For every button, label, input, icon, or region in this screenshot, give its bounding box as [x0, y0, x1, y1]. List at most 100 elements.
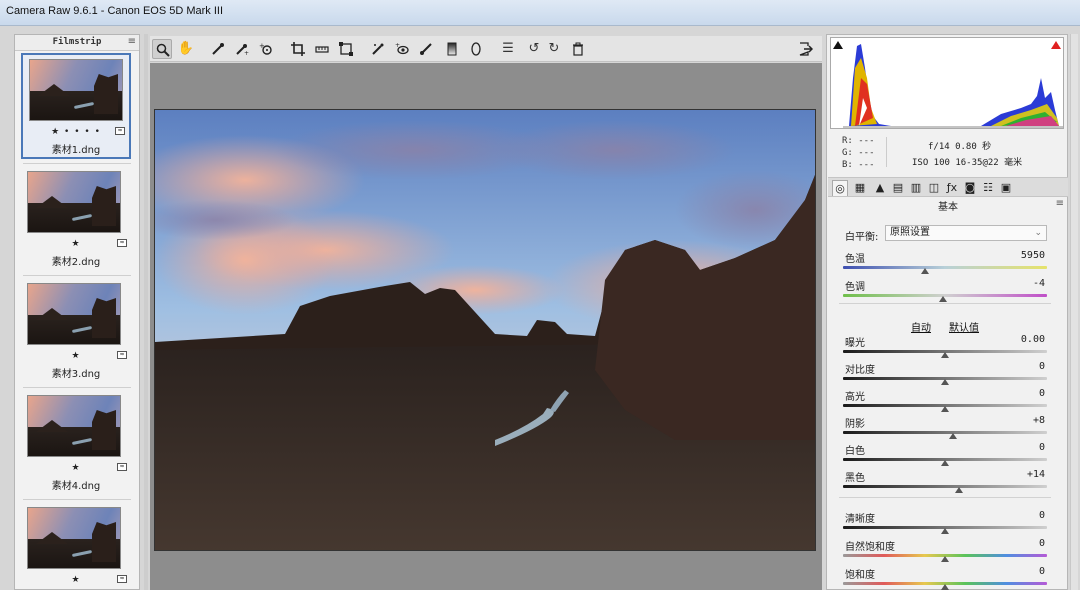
thumbnail-image: [27, 283, 121, 345]
file-name: 素材1.dng: [51, 145, 101, 156]
adjustment-brush-icon[interactable]: [416, 39, 436, 59]
contrast-slider-thumb[interactable]: [941, 379, 949, 385]
shadows-value[interactable]: +8: [1033, 415, 1045, 426]
filmstrip-item-2[interactable]: ★ ≈ 素材2.dng: [21, 167, 131, 273]
thumbnail-image: [29, 59, 123, 121]
shadow-clipping-icon[interactable]: [833, 41, 843, 49]
highlights-slider-thumb[interactable]: [941, 406, 949, 412]
tint-slider-thumb[interactable]: [939, 296, 947, 302]
preferences-icon[interactable]: ☰: [498, 39, 518, 59]
filmstrip-item-4[interactable]: ★ ≈ 素材4.dng: [21, 391, 131, 497]
crop-icon[interactable]: [288, 39, 308, 59]
temperature-value[interactable]: 5950: [1021, 250, 1045, 261]
tab-effects-icon[interactable]: ƒx: [944, 180, 960, 196]
vibrance-value[interactable]: 0: [1039, 538, 1045, 549]
tab-basic-icon[interactable]: ◎: [832, 180, 848, 196]
shadows-slider[interactable]: [843, 431, 1047, 434]
temperature-slider-thumb[interactable]: [921, 268, 929, 274]
auto-link[interactable]: 自动: [911, 319, 931, 334]
white-balance-value: 原照设置: [890, 227, 930, 238]
rating-stars[interactable]: ★: [21, 351, 131, 361]
fullscreen-icon[interactable]: [796, 39, 816, 59]
tab-camera-calibration-icon[interactable]: ◙: [962, 180, 978, 196]
adjustments-badge-icon: ≈: [115, 127, 125, 135]
divider: [886, 137, 887, 167]
panel-title: 基本: [938, 202, 958, 213]
clarity-slider-thumb[interactable]: [941, 528, 949, 534]
tab-split-toning-icon[interactable]: ▥: [908, 180, 924, 196]
blacks-slider[interactable]: [843, 485, 1047, 488]
divider: [23, 387, 131, 388]
thumbnail-image: [27, 395, 121, 457]
filmstrip-item-1[interactable]: ★ • • • • ≈ 素材1.dng: [21, 53, 131, 159]
trash-icon[interactable]: [568, 39, 588, 59]
white-balance-label: 白平衡:: [845, 232, 879, 243]
rating-stars[interactable]: ★: [21, 575, 131, 585]
vibrance-label: 自然饱和度: [845, 542, 895, 553]
highlight-clipping-icon[interactable]: [1051, 41, 1061, 49]
panel-tabs: ◎ ▦ ▲ ▤ ▥ ◫ ƒx ◙ ☷ ▣: [828, 177, 1068, 197]
toolbar: ✋ + + + ☰ ↺ ↻: [150, 36, 822, 62]
graduated-filter-icon[interactable]: [442, 39, 462, 59]
title-bar: Camera Raw 9.6.1 - Canon EOS 5D Mark III: [0, 0, 1080, 26]
red-eye-icon[interactable]: +: [392, 39, 412, 59]
g-value: G: ---: [842, 148, 875, 158]
divider: [23, 275, 131, 276]
whites-value[interactable]: 0: [1039, 442, 1045, 453]
rating-stars[interactable]: ★ • • • •: [23, 127, 129, 137]
filmstrip-item-3[interactable]: ★ ≈ 素材3.dng: [21, 279, 131, 385]
rating-stars[interactable]: ★: [21, 239, 131, 249]
exposure-value[interactable]: 0.00: [1021, 334, 1045, 345]
transform-icon[interactable]: [336, 39, 356, 59]
file-name: 素材4.dng: [51, 481, 101, 492]
file-name: 素材3.dng: [51, 369, 101, 380]
vibrance-slider-thumb[interactable]: [941, 556, 949, 562]
filmstrip-title: Filmstrip: [52, 37, 102, 47]
clarity-value[interactable]: 0: [1039, 510, 1045, 521]
blacks-value[interactable]: +14: [1027, 469, 1045, 480]
filmstrip-splitter[interactable]: [144, 34, 148, 590]
blacks-slider-thumb[interactable]: [955, 487, 963, 493]
zoom-icon[interactable]: [152, 39, 172, 59]
adjustments-badge-icon: ≈: [117, 239, 127, 247]
exposure-slider-thumb[interactable]: [941, 352, 949, 358]
radial-filter-icon[interactable]: [466, 39, 486, 59]
saturation-value[interactable]: 0: [1039, 566, 1045, 577]
clarity-label: 清晰度: [845, 514, 875, 525]
shadows-label: 阴影: [845, 419, 865, 430]
default-link[interactable]: 默认值: [949, 319, 979, 334]
chevron-down-icon: ⌄: [1034, 228, 1042, 238]
rating-stars[interactable]: ★: [21, 463, 131, 473]
histogram: [830, 37, 1064, 129]
tab-presets-icon[interactable]: ☷: [980, 180, 996, 196]
tab-snapshots-icon[interactable]: ▣: [998, 180, 1014, 196]
saturation-slider-thumb[interactable]: [941, 584, 949, 590]
color-sampler-icon[interactable]: +: [232, 39, 252, 59]
tab-detail-icon[interactable]: ▲: [872, 180, 888, 196]
image-preview-area[interactable]: [150, 63, 822, 590]
filmstrip-menu-icon[interactable]: ≡: [128, 36, 136, 47]
tint-value[interactable]: -4: [1033, 278, 1045, 289]
whites-slider-thumb[interactable]: [941, 460, 949, 466]
white-balance-icon[interactable]: [208, 39, 228, 59]
rotate-cw-icon[interactable]: ↻: [544, 39, 564, 59]
white-balance-select[interactable]: 原照设置 ⌄: [885, 225, 1047, 241]
tab-lens-corrections-icon[interactable]: ◫: [926, 180, 942, 196]
shadows-slider-thumb[interactable]: [949, 433, 957, 439]
spot-removal-icon[interactable]: [368, 39, 388, 59]
temperature-slider[interactable]: [843, 266, 1047, 269]
filmstrip-item-5[interactable]: ★ ≈: [21, 503, 131, 590]
contrast-value[interactable]: 0: [1039, 361, 1045, 372]
svg-text:+: +: [395, 42, 400, 49]
tab-hsl-icon[interactable]: ▤: [890, 180, 906, 196]
panel-scrollbar[interactable]: [1070, 34, 1078, 590]
straighten-icon[interactable]: [312, 39, 332, 59]
tab-tone-curve-icon[interactable]: ▦: [852, 180, 868, 196]
rotate-ccw-icon[interactable]: ↺: [524, 39, 544, 59]
adjustments-badge-icon: ≈: [117, 575, 127, 583]
targeted-adjustment-icon[interactable]: +: [256, 39, 276, 59]
hand-icon[interactable]: ✋: [176, 39, 196, 59]
panel-menu-icon[interactable]: ≡: [1056, 198, 1064, 209]
photo-preview[interactable]: [154, 109, 816, 551]
highlights-value[interactable]: 0: [1039, 388, 1045, 399]
